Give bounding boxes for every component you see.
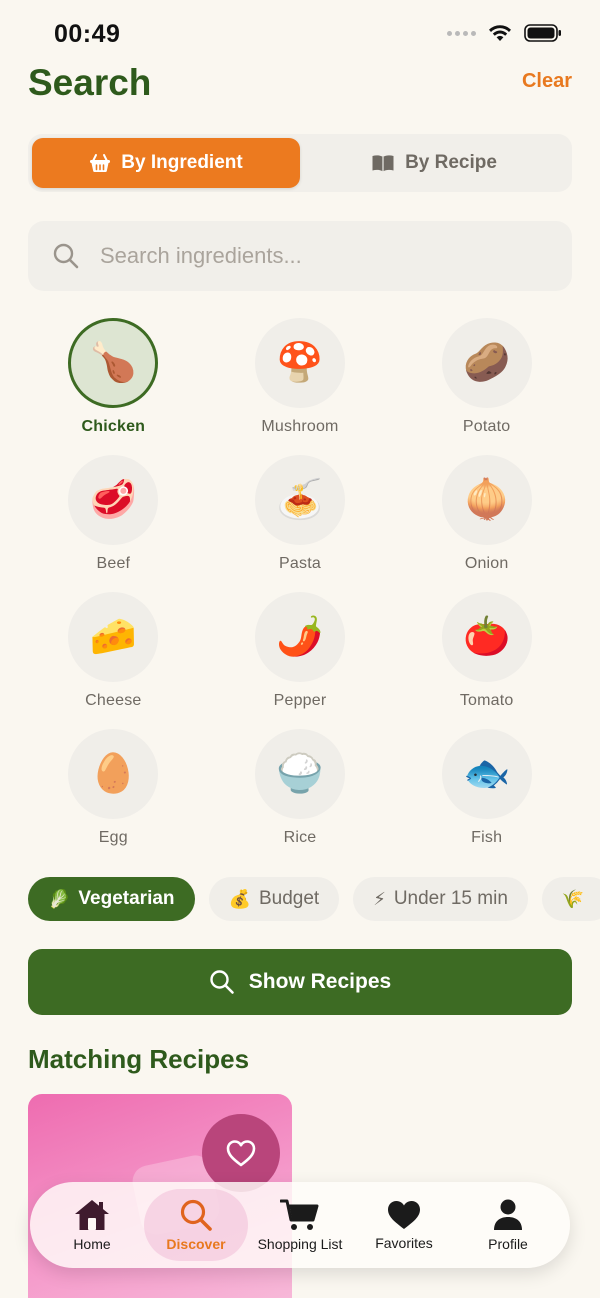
ingredient-label: Potato — [462, 418, 511, 435]
tab-bar: Home Discover Shopping List Favorites Pr… — [30, 1182, 570, 1268]
person-icon — [494, 1199, 522, 1230]
book-icon — [372, 155, 394, 172]
chip-budget[interactable]: 💰 Budget — [208, 877, 340, 921]
segment-by-ingredient[interactable]: By Ingredient — [32, 138, 300, 188]
fish-icon: 🐟 — [441, 729, 532, 819]
tab-label: Discover — [166, 1236, 226, 1252]
wheat-icon: 🌾 — [561, 888, 585, 909]
search-icon — [210, 970, 234, 994]
status-time: 00:49 — [54, 20, 121, 48]
ingredient-label: Beef — [96, 555, 131, 572]
signal-icon — [447, 30, 476, 36]
ingredient-chicken[interactable]: 🍗 Chicken — [20, 318, 207, 437]
tomato-icon: 🍅 — [441, 592, 532, 682]
pasta-icon: 🍝 — [254, 455, 345, 545]
ingredient-label: Cheese — [85, 692, 142, 709]
egg-icon: 🥚 — [68, 729, 159, 819]
ingredient-fish[interactable]: 🐟 Fish — [393, 729, 580, 848]
ingredient-pepper[interactable]: 🌶️ Pepper — [207, 592, 394, 711]
tab-label: Profile — [488, 1236, 528, 1252]
heart-outline-icon — [226, 1140, 256, 1167]
show-recipes-label: Show Recipes — [248, 970, 392, 993]
ingredient-label: Rice — [283, 829, 317, 846]
ingredient-potato[interactable]: 🥔 Potato — [393, 318, 580, 437]
chip-label: Under 15 min — [393, 888, 508, 909]
tab-home[interactable]: Home — [40, 1189, 144, 1261]
ingredient-tomato[interactable]: 🍅 Tomato — [393, 592, 580, 711]
tab-label: Shopping List — [257, 1236, 343, 1252]
ingredient-label: Tomato — [459, 692, 514, 709]
ingredient-label: Chicken — [81, 418, 146, 435]
onion-icon: 🧅 — [441, 455, 532, 545]
ingredient-beef[interactable]: 🥩 Beef — [20, 455, 207, 574]
segment-label: By Ingredient — [121, 152, 243, 173]
ingredient-label: Egg — [98, 829, 128, 846]
ingredient-search-bar — [28, 221, 572, 291]
wifi-icon — [489, 25, 511, 41]
ingredient-rice[interactable]: 🍚 Rice — [207, 729, 394, 848]
heart-icon — [388, 1201, 420, 1229]
segment-by-recipe[interactable]: By Recipe — [300, 138, 568, 188]
status-icons — [447, 24, 562, 42]
basket-icon — [90, 154, 111, 173]
home-icon — [75, 1200, 109, 1230]
segment-label: By Recipe — [405, 152, 497, 173]
tab-label: Favorites — [375, 1235, 433, 1251]
ingredient-label: Mushroom — [261, 418, 339, 435]
tab-favorites[interactable]: Favorites — [352, 1189, 456, 1261]
tab-profile[interactable]: Profile — [456, 1189, 560, 1261]
tab-shopping-list[interactable]: Shopping List — [248, 1189, 352, 1261]
chip-vegetarian[interactable]: 🥬 Vegetarian — [28, 877, 195, 921]
beef-icon: 🥩 — [68, 455, 159, 545]
search-icon — [180, 1199, 212, 1231]
show-recipes-button[interactable]: Show Recipes — [28, 949, 572, 1015]
chip-label: Vegetarian — [78, 888, 175, 909]
lightning-icon: ⚡ — [373, 888, 386, 909]
rice-icon: 🍚 — [254, 729, 345, 819]
chip-partial[interactable]: 🌾 — [541, 877, 600, 921]
ingredient-label: Fish — [471, 829, 503, 846]
chip-under-15-min[interactable]: ⚡ Under 15 min — [353, 877, 528, 921]
search-input[interactable] — [100, 243, 520, 269]
chicken-icon: 🍗 — [68, 318, 159, 408]
status-bar: 00:49 — [0, 0, 600, 64]
cart-icon — [280, 1199, 319, 1230]
ingredient-mushroom[interactable]: 🍄 Mushroom — [207, 318, 394, 437]
ingredient-egg[interactable]: 🥚 Egg — [20, 729, 207, 848]
leafy-green-icon: 🥬 — [48, 888, 71, 909]
favorite-button[interactable] — [202, 1114, 280, 1192]
chip-label: Budget — [258, 888, 320, 909]
ingredient-label: Onion — [464, 555, 509, 572]
header: Search Clear — [28, 60, 572, 108]
ingredient-pasta[interactable]: 🍝 Pasta — [207, 455, 394, 574]
ingredient-cheese[interactable]: 🧀 Cheese — [20, 592, 207, 711]
tab-discover[interactable]: Discover — [144, 1189, 248, 1261]
search-mode-segmented-control: By Ingredient By Recipe — [28, 134, 572, 192]
money-bag-icon: 💰 — [228, 888, 251, 909]
potato-icon: 🥔 — [441, 318, 532, 408]
battery-icon — [524, 24, 561, 42]
mushroom-icon: 🍄 — [254, 318, 345, 408]
ingredient-grid: 🍗 Chicken 🍄 Mushroom 🥔 Potato 🥩 Beef 🍝 P… — [20, 318, 580, 848]
clear-button[interactable]: Clear — [522, 70, 572, 93]
page-title: Search — [28, 62, 152, 103]
cheese-icon: 🧀 — [68, 592, 159, 682]
ingredient-label: Pepper — [273, 692, 327, 709]
filter-chips: 🥬 Vegetarian 💰 Budget ⚡ Under 15 min 🌾 — [28, 877, 600, 921]
tab-label: Home — [73, 1236, 111, 1252]
pepper-icon: 🌶️ — [254, 592, 345, 682]
matching-recipes-title: Matching Recipes — [28, 1044, 250, 1074]
search-icon — [53, 243, 79, 269]
ingredient-onion[interactable]: 🧅 Onion — [393, 455, 580, 574]
ingredient-label: Pasta — [279, 555, 321, 572]
